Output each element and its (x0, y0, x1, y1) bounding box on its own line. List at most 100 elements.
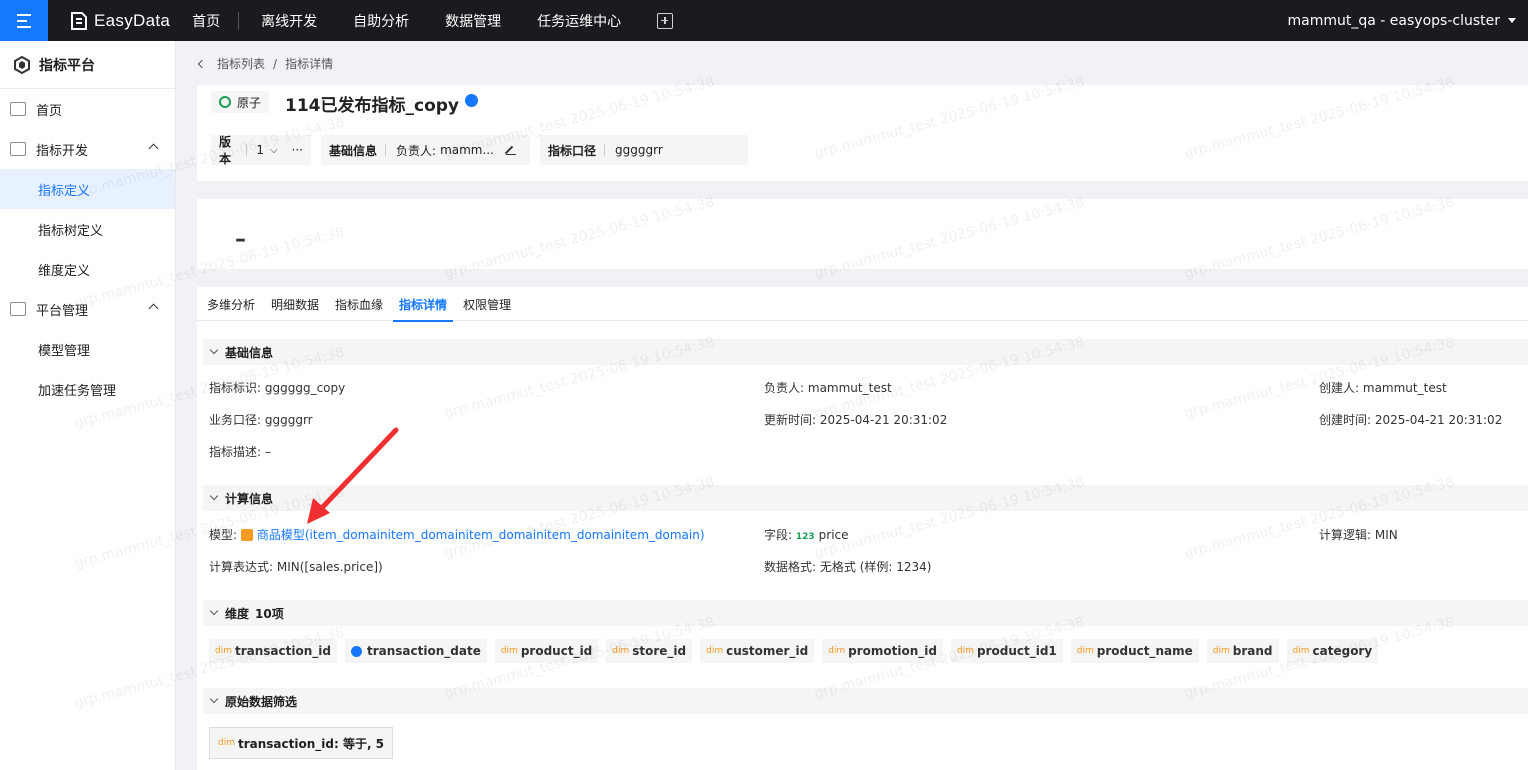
chip-divider (245, 144, 247, 156)
metric-title-text: 114已发布指标_copy (285, 96, 459, 116)
sidebar-item-metric-dev[interactable]: 指标开发 (0, 129, 175, 169)
field-value: 无格式 (样例: 1234) (819, 560, 932, 574)
dim-icon: dim (957, 646, 974, 656)
dimension-name: promotion_id (848, 644, 937, 658)
sidebar-title-text: 指标平台 (39, 57, 95, 74)
chevron-up-icon (148, 143, 159, 154)
sidebar-item-label: 指标开发 (36, 143, 89, 159)
main-content: 指标列表 / 指标详情 原子 114已发布指标_copy 版本 1 ⌵ ··· … (177, 41, 1528, 770)
sidebar-title: 指标平台 (0, 41, 175, 89)
dim-icon: dim (500, 646, 518, 656)
version-selector[interactable]: 版本 1 ⌵ ··· (211, 135, 311, 166)
owner-label: 负责人: (396, 143, 437, 158)
sidebar-item-platform-mgmt[interactable]: 平台管理 (0, 289, 175, 329)
top-navbar: EasyData 首页 离线开发 自助分析 数据管理 任务运维中心 mammut… (0, 0, 1528, 41)
edit-icon[interactable] (505, 145, 516, 155)
dimension-tag[interactable]: dim customer_id (700, 639, 815, 663)
nav-home[interactable]: 首页 (184, 11, 228, 31)
collapse-icon (209, 491, 219, 501)
dim-icon: dim (612, 646, 630, 656)
tab-permissions[interactable]: 权限管理 (457, 287, 517, 321)
tab-lineage[interactable]: 指标血缘 (329, 287, 389, 321)
add-tab-icon[interactable] (657, 12, 674, 29)
sidebar-item-model-mgmt[interactable]: 模型管理 (0, 329, 175, 369)
nav-task-ops[interactable]: 任务运维中心 (529, 11, 629, 31)
nav-self-analysis[interactable]: 自助分析 (345, 11, 417, 31)
dimension-tag[interactable]: dim brand (1206, 639, 1279, 663)
calc-expr-field: 计算表达式: MIN([sales.price]) (209, 558, 383, 575)
caret-down-icon (1508, 18, 1516, 23)
section-title: 原始数据筛选 (225, 694, 298, 709)
sidebar-item-home[interactable]: 首页 (0, 89, 175, 129)
dimension-tag[interactable]: dim category (1286, 639, 1379, 663)
dim-icon: dim (1292, 646, 1310, 656)
model-link[interactable]: 商品模型(item_domainitem_domainitem_domainit… (257, 528, 705, 542)
nav-offline-dev[interactable]: 离线开发 (253, 11, 325, 31)
dim-icon: dim (215, 646, 232, 656)
dimension-name: category (1312, 644, 1373, 658)
collapse-icon (209, 606, 219, 616)
filter-condition[interactable]: dim transaction_id: 等于, 5 (209, 727, 394, 759)
section-title: 维度 (225, 606, 250, 621)
dimension-tag[interactable]: dim transaction_id (209, 639, 337, 663)
creator-field: 创建人: mammut_test (1319, 379, 1447, 396)
dim-icon: dim (1212, 646, 1230, 656)
created-time-field: 创建时间: 2025-04-21 20:31:02 (1319, 411, 1502, 428)
breadcrumb: 指标列表 / 指标详情 (197, 55, 334, 72)
logo-text: EasyData (94, 10, 171, 30)
code-icon (10, 142, 26, 156)
raw-filter-section-header[interactable]: 原始数据筛选 (203, 688, 1528, 714)
dimension-tag[interactable]: dim product_name (1070, 639, 1199, 663)
business-caliber-field: 业务口径: gggggrr (209, 411, 313, 428)
easydata-logo[interactable]: EasyData (70, 11, 170, 31)
dimension-tag[interactable]: dim product_id1 (951, 639, 1063, 663)
numeric-type-icon: 123 (795, 532, 815, 542)
user-cluster-dropdown[interactable]: mammut_qa - easyops-cluster (1288, 0, 1516, 41)
tab-multi-analysis[interactable]: 多维分析 (201, 287, 261, 321)
dimension-tag[interactable]: dim promotion_id (822, 639, 943, 663)
tab-detail-data[interactable]: 明细数据 (265, 287, 325, 321)
section-title: 计算信息 (225, 491, 274, 506)
nav-data-management[interactable]: 数据管理 (437, 11, 509, 31)
filter-value: transaction_id: 等于, 5 (237, 736, 385, 751)
easydata-logo-icon (71, 11, 87, 30)
field-label: 计算表达式: (209, 560, 274, 574)
platform-icon (14, 55, 30, 74)
menu-toggle-button[interactable] (0, 0, 48, 41)
caliber-chip: 指标口径 gggggrr (540, 135, 748, 165)
metric-id-field: 指标标识: gggggg_copy (209, 379, 345, 396)
section-title: 基础信息 (225, 345, 274, 360)
field-label: 指标描述: (209, 445, 262, 459)
sidebar-item-metric-tree[interactable]: 指标树定义 (0, 209, 175, 249)
dimension-name: transaction_date (366, 644, 481, 658)
sidebar: 指标平台 首页 指标开发 指标定义 指标树定义 维度定义 平台管理 模型管理 加… (0, 41, 176, 770)
breadcrumb-current: 指标详情 (285, 57, 334, 71)
page-title: 114已发布指标_copy (285, 91, 478, 116)
basic-info-section-header[interactable]: 基础信息 (203, 339, 1528, 365)
dimension-count: 10项 (255, 606, 284, 621)
field-label: 指标标识: (209, 381, 262, 395)
field-value: price (818, 528, 849, 542)
sidebar-item-metric-def[interactable]: 指标定义 (0, 169, 175, 209)
field-value: mammut_test (807, 381, 892, 395)
calc-info-section-header[interactable]: 计算信息 (203, 485, 1528, 511)
tab-metric-detail[interactable]: 指标详情 (393, 287, 454, 322)
field-label: 创建人: (1319, 381, 1360, 395)
breadcrumb-parent[interactable]: 指标列表 (217, 55, 265, 72)
chip-divider (604, 144, 606, 156)
dimension-tag[interactable]: dim store_id (606, 639, 693, 663)
owner-value: mamm... (440, 143, 494, 157)
verified-icon (465, 94, 478, 107)
back-icon[interactable] (197, 59, 207, 68)
sidebar-item-accel-task[interactable]: 加速任务管理 (0, 369, 175, 409)
dimension-name: product_name (1096, 644, 1193, 658)
dimension-tag[interactable]: transaction_date (344, 639, 487, 663)
dimension-tag[interactable]: dim product_id (494, 639, 599, 663)
dimension-name: transaction_id (234, 644, 331, 658)
chip-divider (385, 144, 387, 156)
field-label: 负责人: (764, 381, 805, 395)
dimensions-section-header[interactable]: 维度 10项 (203, 600, 1528, 626)
sidebar-item-dimension-def[interactable]: 维度定义 (0, 249, 175, 289)
metric-desc-field: 指标描述: – (209, 443, 271, 460)
more-icon[interactable]: ··· (292, 143, 303, 157)
